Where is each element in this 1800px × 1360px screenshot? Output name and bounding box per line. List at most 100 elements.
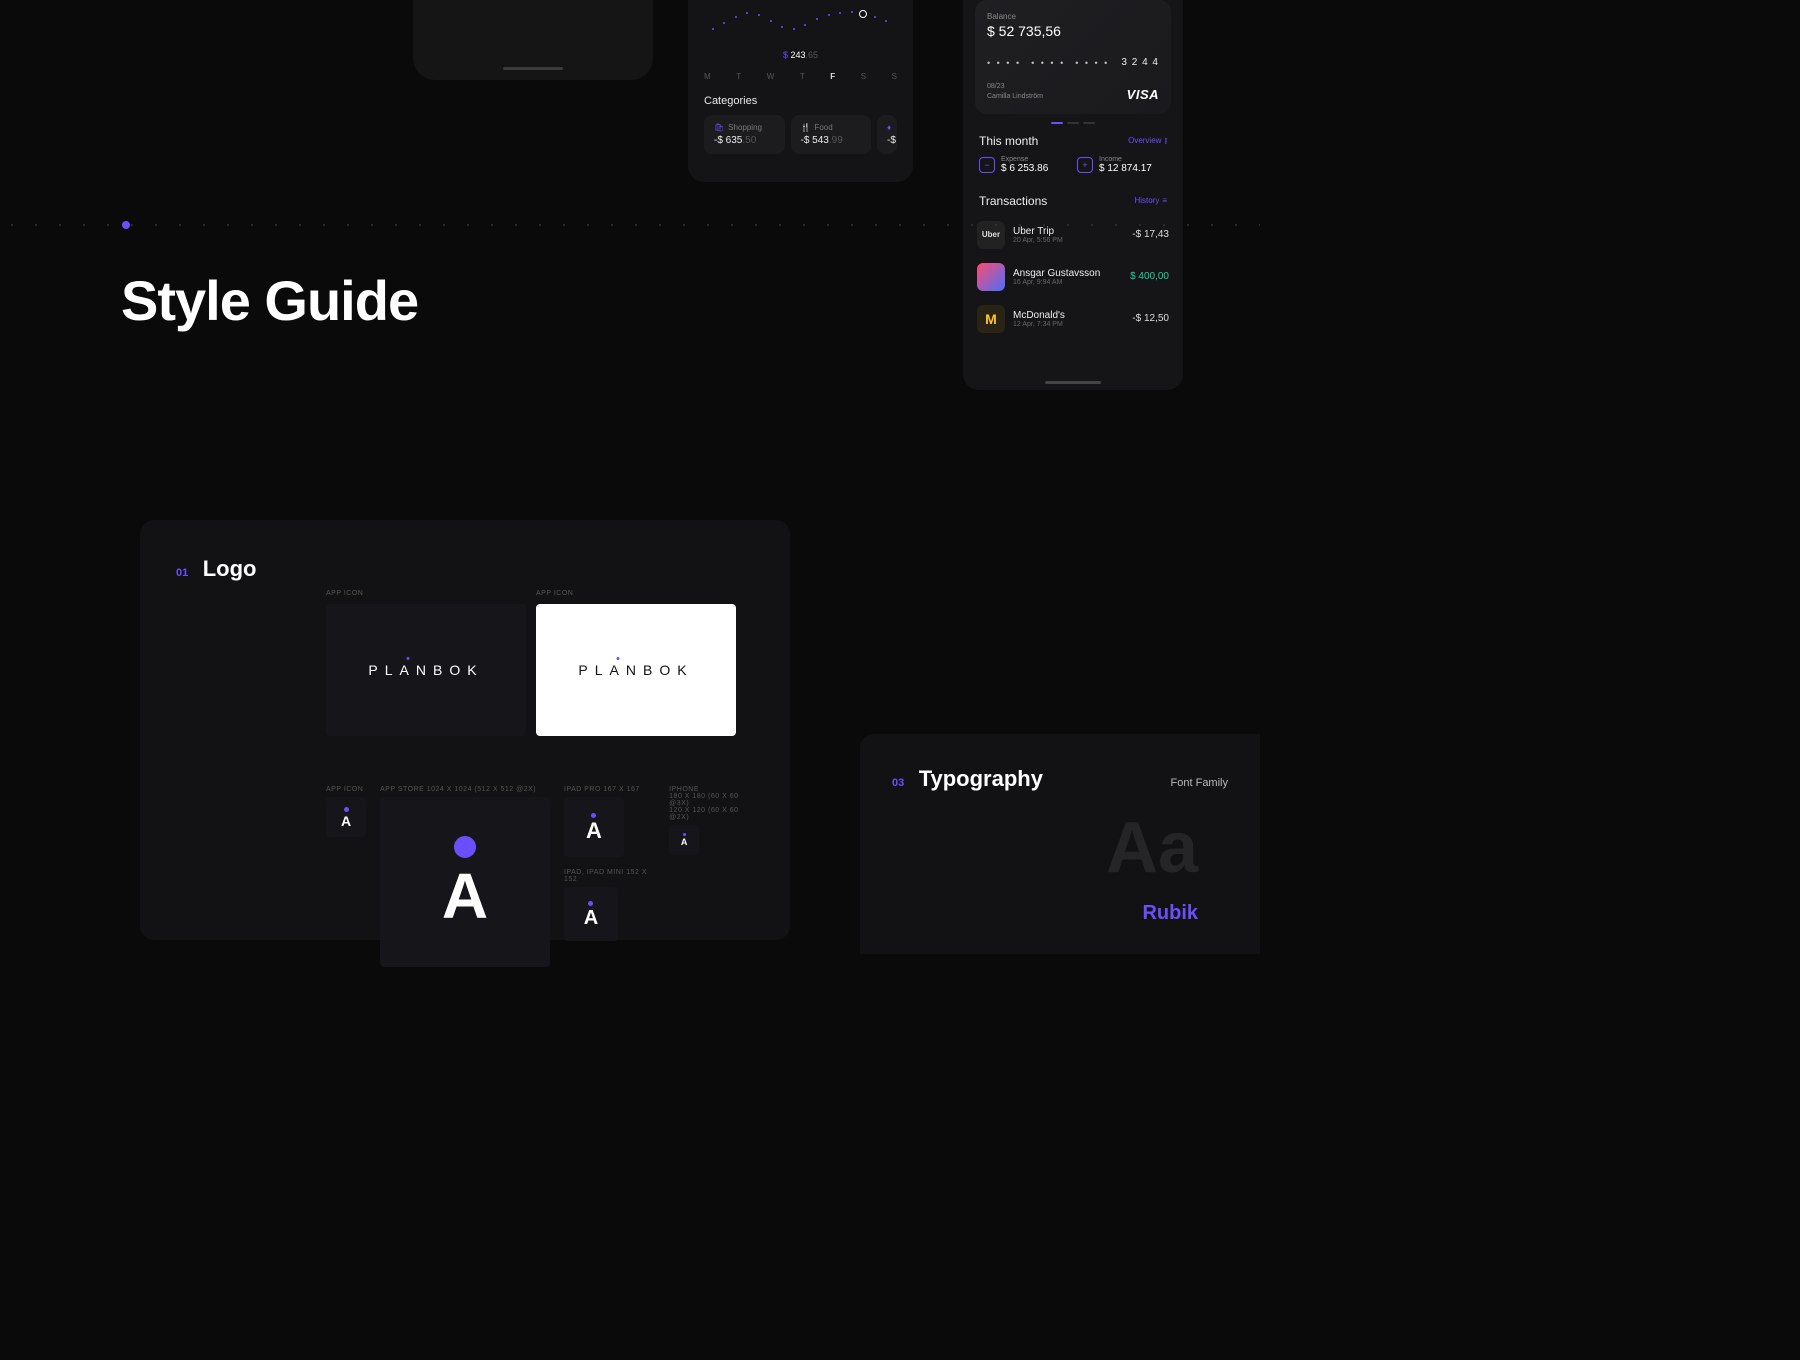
transaction-row-person[interactable]: Ansgar Gustavsson 16 Apr, 9:94 AM $ 400,… <box>977 256 1169 298</box>
page-dot[interactable] <box>1083 122 1095 124</box>
chart-active-point-icon <box>859 10 867 18</box>
font-family-label: Font Family <box>1171 777 1228 789</box>
transaction-row-mcdonalds[interactable]: M McDonald's 12 Apr, 7:34 PM -$ 12,50 <box>977 298 1169 340</box>
day-t2[interactable]: T <box>800 72 805 81</box>
day-w[interactable]: W <box>767 72 775 81</box>
cat-amount: -$ <box>887 135 896 146</box>
section-title: Typography <box>919 766 1043 791</box>
chart-area <box>704 8 897 48</box>
section-title: Logo <box>203 556 257 581</box>
cat-cents: .99 <box>829 135 843 146</box>
page-dot-active[interactable] <box>1051 122 1063 124</box>
card-expiry: 08/23 <box>987 82 1043 92</box>
expense-amount: $ 6 253.86 <box>1001 163 1048 174</box>
tx-amount: -$ 12,50 <box>1132 313 1169 324</box>
chart-value-cents: .65 <box>806 50 819 60</box>
chart-dotted-line <box>704 8 897 38</box>
font-name: Rubik <box>892 902 1228 925</box>
card-mask-group: • • • • <box>987 58 1021 68</box>
this-month-row: This month Overview ⫾ <box>963 124 1183 152</box>
chart-value-prefix: $ <box>783 50 788 60</box>
category-card-shopping[interactable]: 🛍Shopping -$ 635.50 <box>704 115 785 154</box>
card-number-row: • • • • • • • • • • • • 3 2 4 4 <box>987 57 1159 68</box>
logo-card-dark: APP ICON PLANBOK <box>326 604 526 736</box>
day-f[interactable]: F <box>830 72 835 81</box>
tx-date: 12 Apr, 7:34 PM <box>1013 321 1124 328</box>
divider-active-dot <box>122 221 130 229</box>
mockup-chart-phone: $ 243.65 M T W T F S S Categories 🛍Shopp… <box>688 0 913 182</box>
top-mockups-row: $ 243.65 M T W T F S S Categories 🛍Shopp… <box>0 0 1260 190</box>
history-link[interactable]: History ≡ <box>1134 196 1167 205</box>
page-title: Style Guide <box>121 268 418 333</box>
category-cards-row: 🛍Shopping -$ 635.50 🍴Food -$ 543.99 ♦ -$ <box>704 115 897 154</box>
planbok-logo-black: PLANBOK <box>578 662 693 678</box>
logo-card-light: APP ICON PLANBOK <box>536 604 736 736</box>
page-dot[interactable] <box>1067 122 1079 124</box>
chart-value: $ 243.65 <box>704 50 897 60</box>
app-icon-lg: A <box>380 797 550 967</box>
category-card-clipped[interactable]: ♦ -$ <box>877 115 897 154</box>
tx-amount: $ 400,00 <box>1130 271 1169 282</box>
day-s[interactable]: S <box>861 72 866 81</box>
tx-name: Ansgar Gustavsson <box>1013 268 1122 279</box>
app-icon-grid: APP ICON A APP STORE 1024 X 1024 (512 X … <box>326 786 754 967</box>
expense-label: Expense <box>1001 156 1048 163</box>
home-indicator <box>1045 381 1101 384</box>
icon-size-label: APP STORE 1024 X 1024 (512 X 512 @2X) <box>380 786 550 793</box>
typography-header: 03 Typography Font Family <box>892 766 1228 792</box>
list-icon: ≡ <box>1162 196 1167 205</box>
day-s2[interactable]: S <box>892 72 897 81</box>
card-mask-group: • • • • <box>1075 58 1109 68</box>
app-icon-iphone: A <box>669 825 699 855</box>
income-item[interactable]: + Income $ 12 874.17 <box>1077 156 1167 174</box>
income-label: Income <box>1099 156 1152 163</box>
icon-size-label: IPAD, IPAD MINI 152 X 152 <box>564 869 655 883</box>
section-number: 03 <box>892 777 904 789</box>
diamond-icon: ♦ <box>887 123 891 132</box>
icon-size-label: IPHONE 180 X 180 (60 X 60 @3X) 120 X 120… <box>669 786 754 821</box>
tx-name: McDonald's <box>1013 310 1124 321</box>
food-icon: 🍴 <box>801 123 811 132</box>
icon-size-label: APP ICON <box>326 786 366 793</box>
card-last4: 3 2 4 4 <box>1121 57 1159 68</box>
day-t[interactable]: T <box>736 72 741 81</box>
chart-bars-icon: ⫾ <box>1164 136 1167 146</box>
tx-date: 16 Apr, 9:94 AM <box>1013 279 1122 286</box>
card-balance-value: $ 52 735,56 <box>987 23 1159 39</box>
mockup-blank-phone <box>413 0 653 80</box>
expense-item[interactable]: − Expense $ 6 253.86 <box>979 156 1069 174</box>
category-card-food[interactable]: 🍴Food -$ 543.99 <box>791 115 872 154</box>
cat-name: Shopping <box>728 123 762 132</box>
transactions-label: Transactions <box>979 194 1047 208</box>
transaction-row-uber[interactable]: Uber Uber Trip 20 Apr, 5:56 PM -$ 17,43 <box>977 214 1169 256</box>
card-balance-label: Balance <box>987 12 1159 21</box>
transactions-list: Uber Uber Trip 20 Apr, 5:56 PM -$ 17,43 … <box>963 214 1183 340</box>
card-holder: Camilla Lindström <box>987 92 1043 102</box>
cat-amount: -$ 543 <box>801 135 829 146</box>
typography-section: 03 Typography Font Family Aa Rubik <box>860 734 1260 954</box>
wallet-card[interactable]: Balance $ 52 735,56 • • • • • • • • • • … <box>975 0 1171 114</box>
logo-label: APP ICON <box>536 590 573 597</box>
transactions-header: Transactions History ≡ <box>963 178 1183 214</box>
chart-value-main: 243 <box>790 50 805 60</box>
app-icon-ipad-mini: A <box>564 887 618 941</box>
section-number: 01 <box>176 567 188 579</box>
section-header: 01 Logo <box>176 556 754 582</box>
logo-section: 01 Logo APP ICON PLANBOK APP ICON PLANBO… <box>140 520 790 940</box>
font-sample: Aa <box>892 812 1228 884</box>
tx-name: Uber Trip <box>1013 226 1124 237</box>
income-amount: $ 12 874.17 <box>1099 163 1152 174</box>
minus-icon: − <box>979 157 995 173</box>
card-mask-group: • • • • <box>1031 58 1065 68</box>
tx-amount: -$ 17,43 <box>1132 229 1169 240</box>
day-m[interactable]: M <box>704 72 711 81</box>
cat-amount: -$ 635 <box>714 135 742 146</box>
section-divider <box>0 223 1260 227</box>
cat-name: Food <box>814 123 832 132</box>
visa-logo: VISA <box>1127 87 1159 102</box>
chart-day-row: M T W T F S S <box>704 72 897 81</box>
mcdonalds-icon: M <box>977 305 1005 333</box>
overview-link[interactable]: Overview ⫾ <box>1128 136 1167 146</box>
logo-cards-row: APP ICON PLANBOK APP ICON PLANBOK <box>326 604 754 736</box>
planbok-logo-white: PLANBOK <box>368 662 483 678</box>
